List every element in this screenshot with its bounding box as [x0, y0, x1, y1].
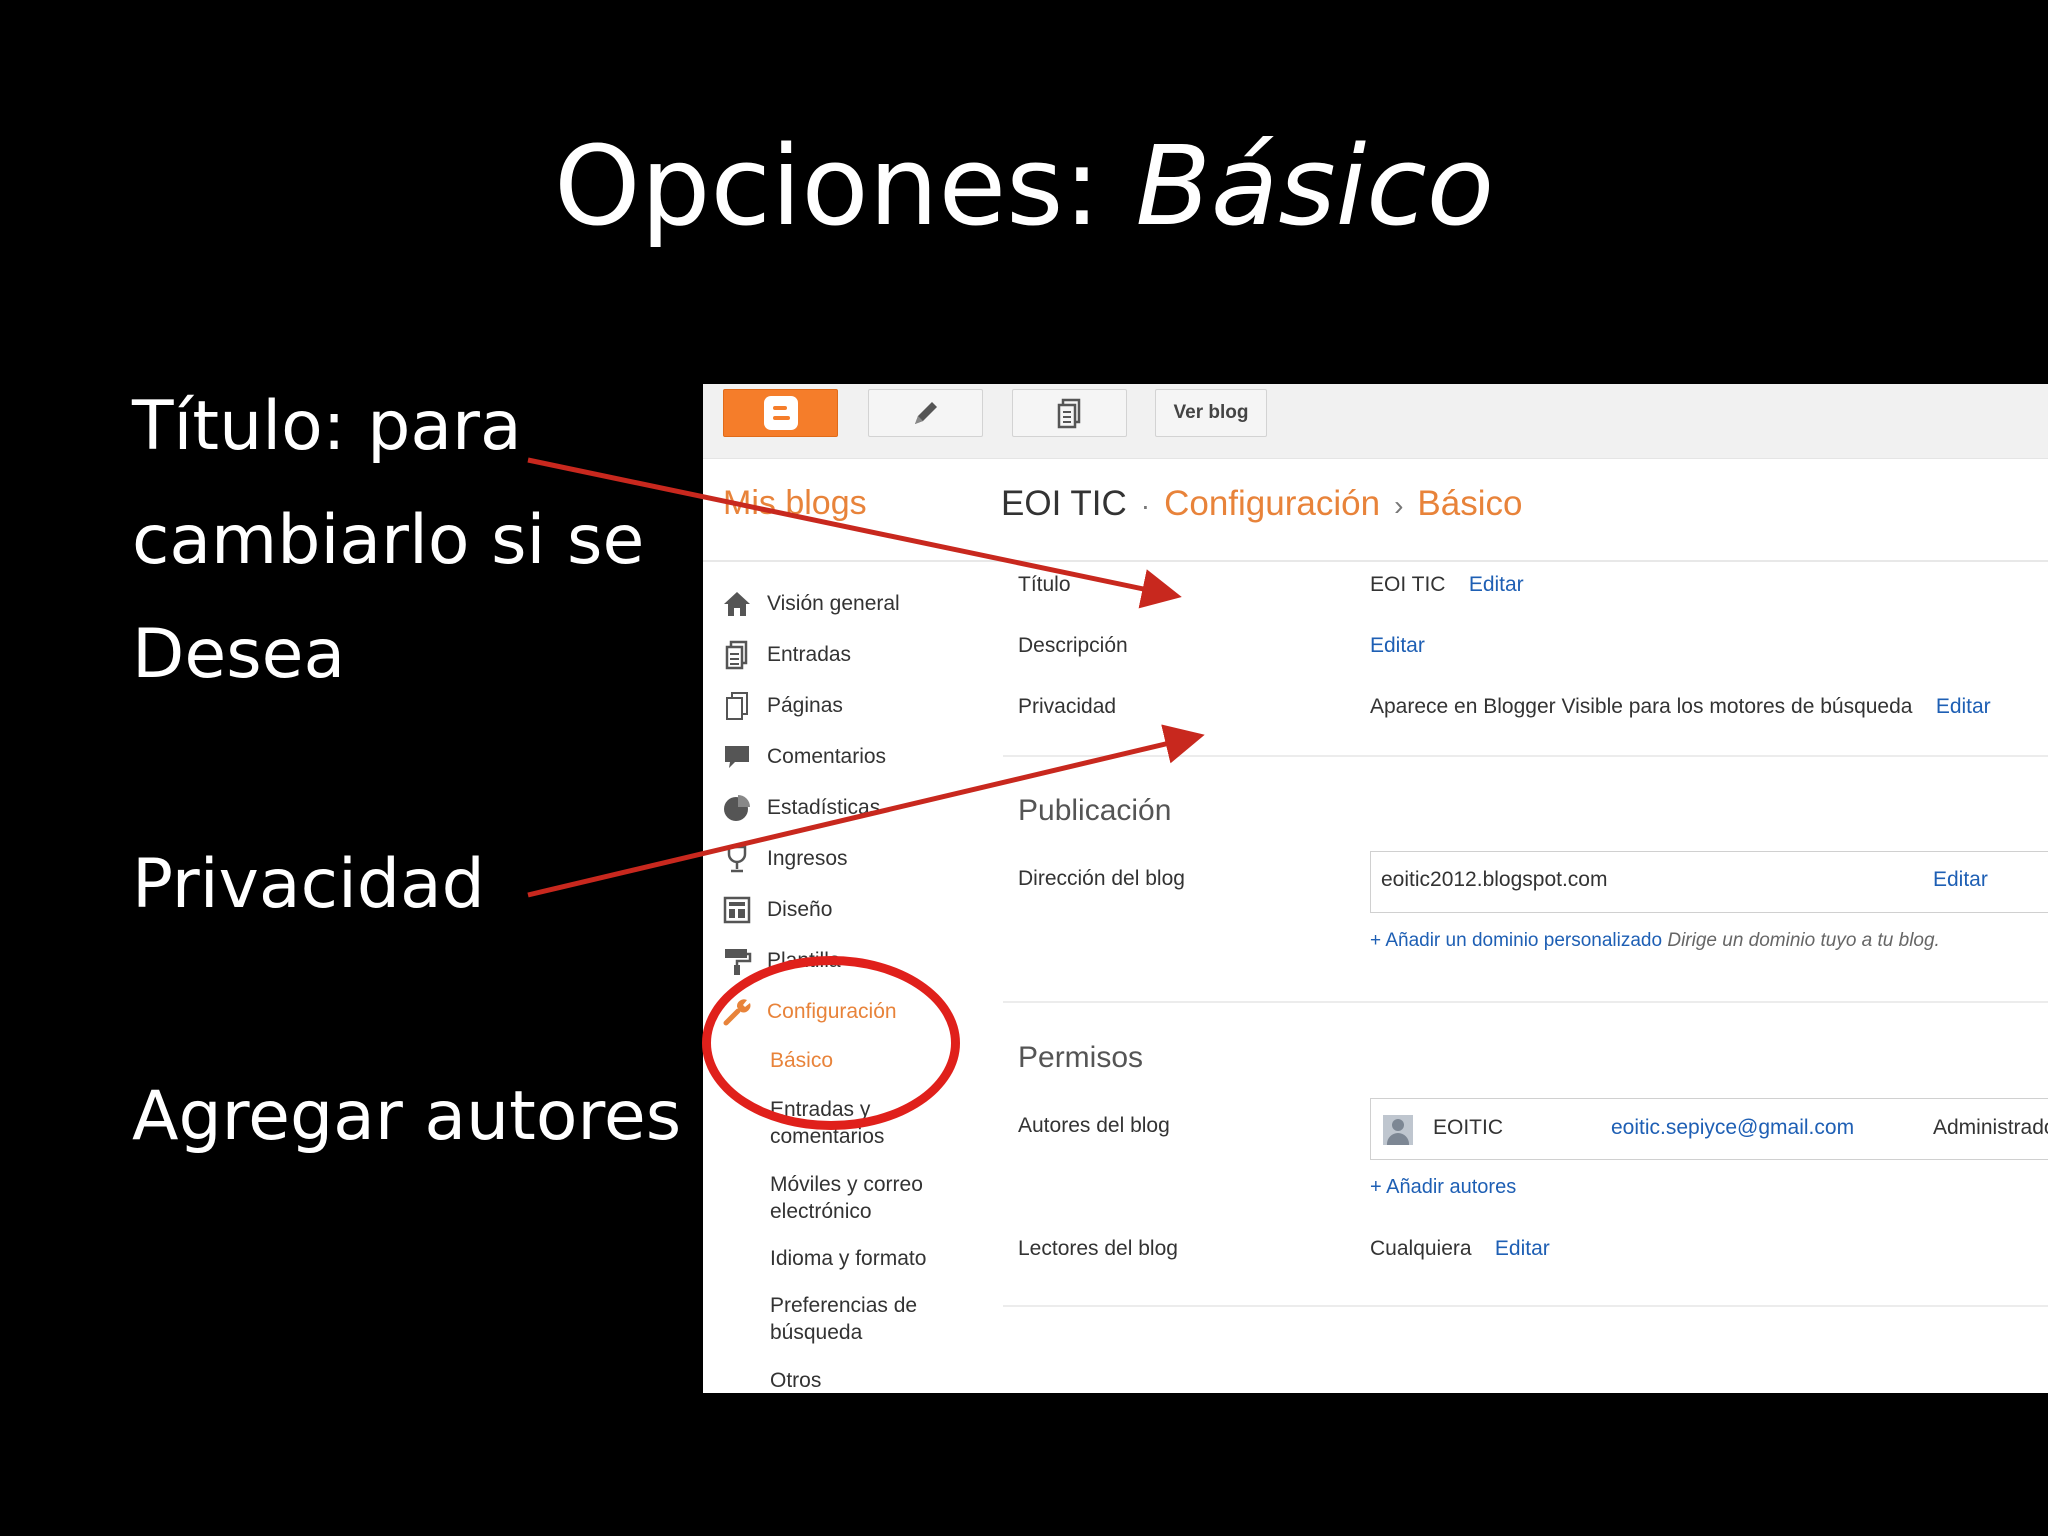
- arrow-to-titulo: [527, 457, 1182, 609]
- annotation-arrows: [527, 457, 1205, 898]
- arrow-to-privacidad: [527, 724, 1205, 898]
- highlight-circle: [702, 956, 960, 1130]
